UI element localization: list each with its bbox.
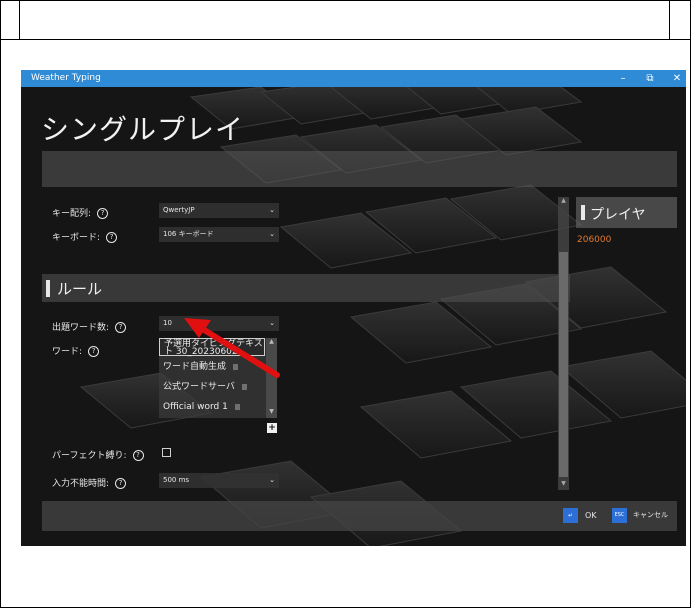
chevron-down-icon: ⌄ (269, 319, 275, 327)
perfect-mode-checkbox[interactable] (162, 448, 171, 457)
word-list-scrollbar[interactable]: ▲ ▼ (266, 338, 277, 418)
help-icon[interactable]: ? (115, 478, 127, 489)
chevron-down-icon: ⌄ (269, 230, 275, 238)
perfect-mode-label-text: パーフェクト縛り: (52, 451, 127, 461)
list-item-label: ワード自動生成 (163, 362, 227, 372)
disable-time-select[interactable]: 500 ms ⌄ (159, 473, 279, 488)
word-count-label-text: 出題ワード数: (52, 323, 110, 333)
ok-button[interactable]: OK (585, 508, 597, 523)
scroll-up-icon[interactable]: ▲ (558, 197, 569, 204)
close-button[interactable]: ✕ (667, 70, 686, 87)
footer-bar (42, 501, 677, 531)
add-word-button[interactable]: + (267, 423, 277, 433)
section-accent-bar (581, 205, 585, 220)
chevron-down-icon: ⌄ (269, 476, 275, 484)
restore-button[interactable]: ⧉ (640, 70, 660, 87)
frame-divider-horizontal (1, 39, 690, 40)
help-icon[interactable]: ? (106, 232, 118, 243)
disable-time-label: 入力不能時間:? (52, 476, 127, 489)
perfect-mode-label: パーフェクト縛り:? (52, 448, 144, 461)
scroll-up-icon[interactable]: ▲ (266, 338, 277, 345)
player-panel-title: プレイヤ (590, 207, 646, 223)
help-icon[interactable]: ? (88, 346, 100, 357)
key-layout-select[interactable]: QwertyJP ⌄ (159, 203, 279, 218)
page-title: シングルプレイ (41, 113, 245, 146)
word-count-select[interactable]: 10 ⌄ (159, 316, 279, 331)
trash-icon[interactable] (233, 363, 239, 370)
word-list[interactable]: 予選用タイピングテキスト 30_20230602... ワード自動生成 公式ワー… (159, 338, 277, 418)
header-banner (42, 151, 677, 187)
frame-divider-right (669, 1, 670, 39)
scrollbar-thumb[interactable] (559, 252, 568, 477)
rules-section-header (42, 274, 570, 302)
frame-divider-left (19, 1, 20, 39)
words-label-text: ワード: (52, 347, 83, 357)
cancel-button[interactable]: キャンセル (633, 508, 668, 523)
list-item[interactable]: Official word 1 (159, 398, 265, 416)
disable-time-label-text: 入力不能時間: (52, 479, 110, 489)
keyboard-label: キーボード:? (52, 230, 118, 243)
help-icon[interactable]: ? (115, 322, 127, 333)
list-item-label: 予選用タイピングテキスト 30_20230602... (164, 339, 263, 357)
scroll-down-icon[interactable]: ▼ (558, 480, 569, 487)
help-icon[interactable]: ? (97, 208, 109, 219)
section-accent-bar (46, 280, 50, 297)
list-item[interactable]: ワード自動生成 (159, 358, 265, 376)
disable-time-value: 500 ms (163, 476, 190, 484)
word-count-value: 10 (163, 319, 172, 327)
list-item[interactable]: 予選用タイピングテキスト 30_20230602... (159, 338, 265, 357)
esc-key-icon[interactable]: ESC (612, 508, 627, 523)
key-layout-value: QwertyJP (163, 206, 195, 214)
key-layout-label: キー配列:? (52, 206, 109, 219)
keyboard-value: 106 キーボード (163, 230, 214, 238)
keyboard-label-text: キーボード: (52, 233, 101, 243)
scroll-down-icon[interactable]: ▼ (266, 408, 277, 415)
words-label: ワード:? (52, 344, 100, 357)
window-title: Weather Typing (31, 73, 101, 83)
list-item-label: 公式ワードサーバ (163, 382, 235, 392)
trash-icon[interactable] (241, 383, 247, 390)
enter-key-icon[interactable]: ↵ (563, 508, 578, 523)
list-item-label: Official word 1 (163, 402, 228, 412)
chevron-down-icon: ⌄ (269, 206, 275, 214)
rules-section-title: ルール (57, 280, 103, 298)
app-window: Weather Typing – ⧉ ✕ シングルプレイ キー配列:? Qwer… (21, 70, 686, 546)
title-bar: Weather Typing – ⧉ ✕ (21, 70, 686, 87)
trash-icon[interactable] (234, 403, 240, 410)
word-count-label: 出題ワード数:? (52, 320, 127, 333)
settings-scrollbar[interactable]: ▲ ▼ (558, 197, 569, 490)
player-score: 206000 (577, 235, 612, 245)
player-panel-header: プレイヤ (576, 197, 677, 228)
keyboard-select[interactable]: 106 キーボード ⌄ (159, 227, 279, 242)
minimize-button[interactable]: – (613, 70, 633, 87)
list-item[interactable]: 公式ワードサーバ (159, 378, 265, 396)
help-icon[interactable]: ? (132, 450, 144, 461)
key-layout-label-text: キー配列: (52, 209, 92, 219)
